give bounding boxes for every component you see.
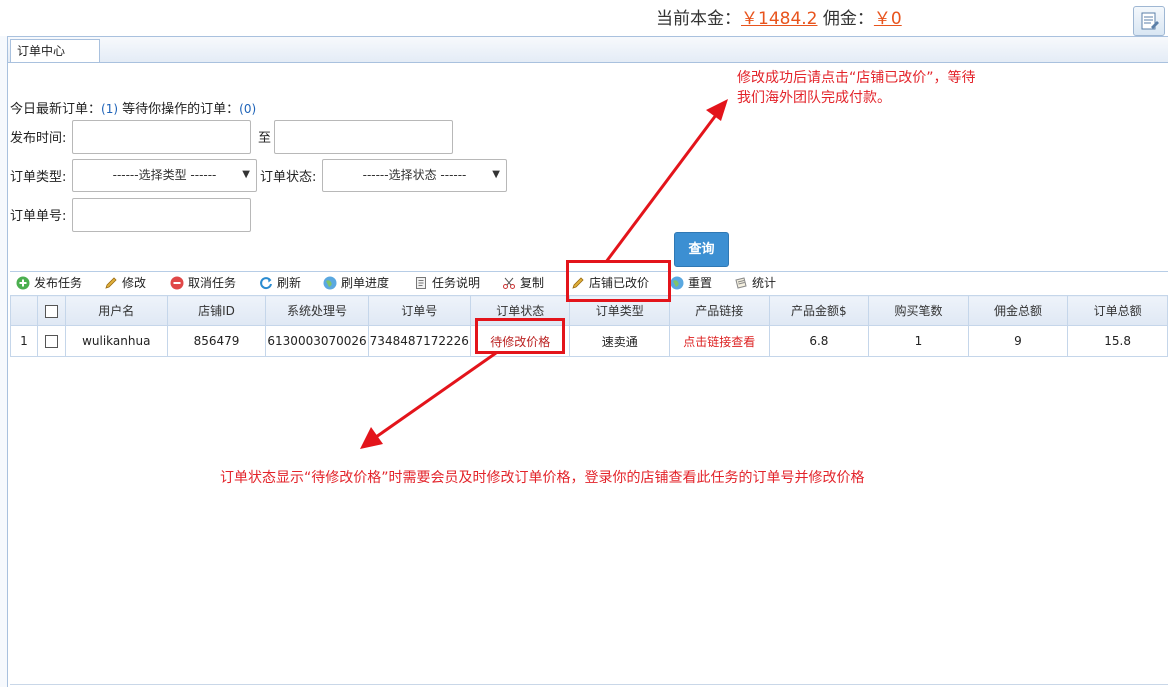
- arrow-down-head: [360, 427, 383, 449]
- bottom-divider: [10, 684, 1168, 685]
- arrow-up-head: [706, 99, 728, 121]
- arrow-down-line: [375, 351, 497, 439]
- bottom-note: 订单状态显示“待修改价格”时需要会员及时修改订单价格，登录你的店铺查看此任务的订…: [220, 470, 865, 486]
- arrow-up-line: [604, 114, 718, 263]
- top-note-line2: 我们海外团队完成付款。: [737, 90, 891, 106]
- top-note-line1: 修改成功后请点击“店铺已改价”，等待: [737, 70, 976, 86]
- annotation-arrows: [360, 99, 728, 449]
